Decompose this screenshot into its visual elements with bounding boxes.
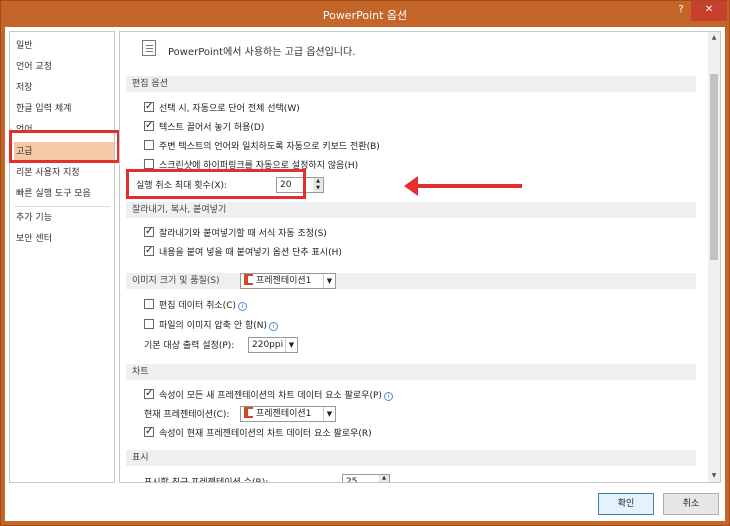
option-label: 편집 데이터 취소(C) <box>159 301 236 311</box>
callout-arrow-head-icon <box>404 176 418 196</box>
scroll-down-icon[interactable]: ▼ <box>708 470 720 482</box>
section-image-size-quality: 이미지 크기 및 품질(S) <box>126 273 696 289</box>
window-title: PowerPoint 옵션 <box>322 9 408 22</box>
checkbox-checked[interactable] <box>144 386 154 402</box>
recent-presentations-spinner[interactable]: 25 ▲ ▼ <box>342 474 390 483</box>
title-bar: PowerPoint 옵션 ? ✕ <box>1 1 729 27</box>
section-title: 이미지 크기 및 품질(S) <box>132 276 220 286</box>
info-icon: i <box>383 392 393 401</box>
nav-item-add-ins[interactable]: 추가 기능 <box>14 208 114 228</box>
checkbox-checked[interactable] <box>144 118 154 134</box>
select-value: 프레젠테이션1 <box>256 276 312 286</box>
advanced-options-panel: PowerPoint에서 사용하는 고급 옵션입니다. 편집 옵션 선택 시, … <box>119 31 721 483</box>
advanced-highlight-box <box>9 130 120 163</box>
default-output-label: 기본 대상 출력 설정(P): <box>144 341 235 351</box>
scroll-up-icon[interactable]: ▲ <box>708 32 720 44</box>
help-button[interactable]: ? <box>671 1 691 21</box>
spin-down-icon[interactable]: ▼ <box>313 185 323 192</box>
option-label: 속성이 모든 새 프레젠테이션의 차트 데이터 요소 팔로우(P) <box>159 391 382 401</box>
option-label: 주변 텍스트의 언어와 일치하도록 자동으로 키보드 전환(B) <box>159 142 380 152</box>
select-value: 220ppi <box>252 340 284 350</box>
option-smart-cut-paste[interactable]: 잘라내기와 붙여넣기할 때 서식 자동 조정(S) <box>144 224 327 242</box>
checkbox-unchecked[interactable] <box>144 159 154 169</box>
option-drag-drop[interactable]: 텍스트 끌어서 놓기 허용(D) <box>144 118 265 136</box>
option-auto-keyboard[interactable]: 주변 텍스트의 언어와 일치하도록 자동으로 키보드 전환(B) <box>144 139 380 155</box>
close-button[interactable]: ✕ <box>691 1 727 21</box>
dialog-body: 일반 언어 교정 저장 한글 입력 체계 언어 고급 리본 사용자 지정 빠른 … <box>5 27 725 521</box>
chevron-down-icon[interactable]: ▼ <box>323 407 335 421</box>
options-sidebar: 일반 언어 교정 저장 한글 입력 체계 언어 고급 리본 사용자 지정 빠른 … <box>9 31 115 483</box>
chevron-down-icon[interactable]: ▼ <box>285 338 297 352</box>
powerpoint-file-icon <box>244 274 253 285</box>
option-auto-select-word[interactable]: 선택 시, 자동으로 단어 전체 선택(W) <box>144 99 300 117</box>
ok-button[interactable]: 확인 <box>598 493 654 515</box>
scrollbar-thumb[interactable] <box>710 74 718 260</box>
nav-item-general[interactable]: 일반 <box>14 36 114 56</box>
option-label: 내용을 붙여 넣을 때 붙여넣기 옵션 단추 표시(H) <box>159 248 342 258</box>
select-value: 프레젠테이션1 <box>256 409 312 419</box>
option-paste-options-button[interactable]: 내용을 붙여 넣을 때 붙여넣기 옵션 단추 표시(H) <box>144 243 342 261</box>
option-label: 잘라내기와 붙여넣기할 때 서식 자동 조정(S) <box>159 229 327 239</box>
nav-item-proofing[interactable]: 언어 교정 <box>14 57 114 77</box>
checkbox-checked[interactable] <box>144 424 154 440</box>
checkbox-checked[interactable] <box>144 99 154 115</box>
current-presentation-label: 현재 프레젠테이션(C): <box>144 410 230 420</box>
info-icon: i <box>269 322 278 331</box>
option-no-image-compress[interactable]: 파일의 이미지 압축 안 함(N) i <box>144 318 278 334</box>
option-label: 선택 시, 자동으로 단어 전체 선택(W) <box>159 104 300 114</box>
checkbox-unchecked[interactable] <box>144 319 154 329</box>
spin-up-icon[interactable]: ▲ <box>379 475 389 482</box>
option-discard-edit-data[interactable]: 편집 데이터 취소(C) i <box>144 298 247 314</box>
callout-arrow-line <box>412 184 522 188</box>
recent-presentations-label: 표시할 최근 프레젠테이션 수(R): <box>144 478 269 483</box>
spin-down-icon[interactable]: ▼ <box>379 482 389 483</box>
nav-item-quick-access-toolbar[interactable]: 빠른 실행 도구 모음 <box>14 184 114 204</box>
nav-divider <box>14 206 110 207</box>
section-cut-copy-paste: 잘라내기, 복사, 붙여넣기 <box>126 202 696 218</box>
options-dialog: PowerPoint 옵션 ? ✕ 일반 언어 교정 저장 한글 입력 체계 언… <box>0 0 730 526</box>
option-chart-follow-current[interactable]: 속성이 현재 프레젠테이션의 차트 데이터 요소 팔로우(R) <box>144 424 372 442</box>
undo-highlight-box <box>126 169 306 199</box>
nav-item-korean-input[interactable]: 한글 입력 체계 <box>14 99 114 119</box>
option-label: 파일의 이미지 압축 안 함(N) <box>159 321 267 331</box>
section-edit-options: 편집 옵션 <box>126 76 696 92</box>
chart-presentation-select[interactable]: 프레젠테이션1 ▼ <box>240 406 336 422</box>
checkbox-unchecked[interactable] <box>144 140 154 150</box>
cancel-button[interactable]: 취소 <box>663 493 719 515</box>
nav-item-save[interactable]: 저장 <box>14 78 114 98</box>
nav-item-trust-center[interactable]: 보안 센터 <box>14 229 114 249</box>
chevron-down-icon[interactable]: ▼ <box>323 274 335 288</box>
vertical-scrollbar[interactable]: ▲ ▼ <box>708 32 720 482</box>
spinner-value: 25 <box>346 477 358 483</box>
nav-item-customize-ribbon[interactable]: 리본 사용자 지정 <box>14 163 114 183</box>
default-output-select[interactable]: 220ppi ▼ <box>248 337 298 353</box>
option-label: 텍스트 끌어서 놓기 허용(D) <box>159 123 265 133</box>
panel-header: PowerPoint에서 사용하는 고급 옵션입니다. <box>168 47 356 58</box>
info-icon: i <box>238 302 247 311</box>
section-display: 표시 <box>126 450 696 466</box>
checkbox-checked[interactable] <box>144 243 154 259</box>
document-settings-icon <box>142 40 156 56</box>
image-presentation-select[interactable]: 프레젠테이션1 ▼ <box>240 273 336 289</box>
spin-up-icon[interactable]: ▲ <box>313 178 323 185</box>
option-label: 속성이 현재 프레젠테이션의 차트 데이터 요소 팔로우(R) <box>159 429 372 439</box>
section-chart: 차트 <box>126 364 696 380</box>
option-chart-follow-new[interactable]: 속성이 모든 새 프레젠테이션의 차트 데이터 요소 팔로우(P)i <box>144 386 393 404</box>
powerpoint-file-icon <box>244 407 253 418</box>
checkbox-checked[interactable] <box>144 224 154 240</box>
checkbox-unchecked[interactable] <box>144 299 154 309</box>
